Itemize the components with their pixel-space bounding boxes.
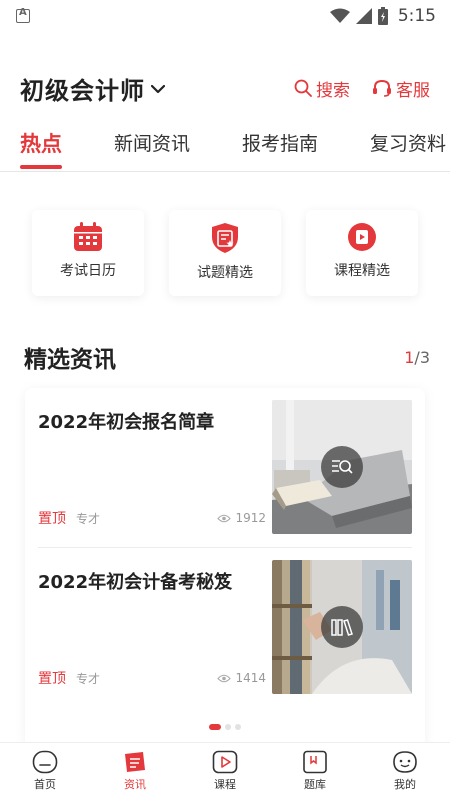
- question-bank-icon: [303, 750, 327, 773]
- nav-courses-label: 课程: [214, 777, 236, 791]
- tab-hot[interactable]: 热点: [20, 122, 62, 172]
- nav-courses[interactable]: 课程: [180, 743, 270, 798]
- calendar-icon: [74, 222, 102, 251]
- app-header: 初级会计师 搜索 客服: [0, 68, 450, 108]
- search-button[interactable]: 搜索: [294, 76, 350, 101]
- play-video-icon: [348, 223, 376, 251]
- search-list-icon: [332, 460, 353, 474]
- nav-question-bank[interactable]: 题库: [270, 743, 360, 798]
- eye-icon: [217, 674, 232, 682]
- news-thumbnail-bookshelf: [272, 560, 412, 694]
- status-time: 5:15: [397, 6, 436, 26]
- service-label: 客服: [396, 80, 430, 101]
- books-icon: [331, 619, 353, 636]
- page-indicator: 1/3: [404, 348, 430, 367]
- news-title: 2022年初会计备考秘笈: [38, 572, 233, 593]
- wifi-icon: [329, 8, 350, 23]
- tab-exam-guide[interactable]: 报考指南: [242, 122, 318, 172]
- news-meta: 置顶 专才 1912: [38, 508, 266, 528]
- exam-calendar-card[interactable]: 考试日历: [32, 210, 144, 296]
- category-tabs: 热点 新闻资讯 报考指南 复习资料: [0, 122, 450, 172]
- header-actions: 搜索 客服: [294, 76, 430, 101]
- nav-news-label: 资讯: [124, 777, 146, 791]
- news-item[interactable]: 2022年初会计备考秘笈 置顶 专才 1414: [38, 560, 412, 694]
- home-icon: [32, 750, 58, 773]
- shield-star-icon: [212, 223, 238, 253]
- selected-courses-card[interactable]: 课程精选: [306, 210, 418, 296]
- news-thumbnail-laptop: [272, 400, 412, 534]
- news-icon: [125, 751, 145, 772]
- selected-questions-card[interactable]: 试题精选: [169, 210, 281, 296]
- chevron-down-icon[interactable]: [151, 84, 165, 94]
- view-count: 1414: [217, 671, 266, 685]
- featured-news-header: 精选资讯 1/3: [24, 340, 430, 374]
- view-count-value: 1912: [235, 511, 266, 525]
- search-label: 搜索: [316, 80, 350, 101]
- nav-profile[interactable]: 我的: [360, 743, 450, 798]
- search-icon: [294, 79, 312, 97]
- news-source: 专才: [76, 511, 101, 526]
- battery-icon: [377, 7, 388, 25]
- course-play-icon: [212, 750, 238, 773]
- signal-icon: [355, 8, 372, 24]
- pinned-tag: 置顶: [38, 671, 66, 687]
- selected-questions-label: 试题精选: [197, 265, 253, 281]
- eye-icon: [217, 514, 232, 522]
- view-count-value: 1414: [235, 671, 266, 685]
- news-meta: 置顶 专才 1414: [38, 668, 266, 688]
- carousel-dot-active[interactable]: [209, 724, 221, 730]
- section-title: 精选资讯: [24, 347, 116, 373]
- news-source: 专才: [76, 671, 101, 686]
- profile-icon: [393, 750, 417, 773]
- quick-links: 考试日历 试题精选 课程精选: [0, 210, 450, 300]
- carousel-dot[interactable]: [225, 724, 231, 730]
- tab-news[interactable]: 新闻资讯: [114, 122, 190, 172]
- nav-profile-label: 我的: [394, 777, 416, 791]
- thumbnail-badge: [321, 606, 363, 648]
- selected-courses-label: 课程精选: [334, 263, 390, 279]
- nav-home-label: 首页: [34, 777, 56, 791]
- news-title: 2022年初会报名简章: [38, 412, 215, 433]
- thumbnail-badge: [321, 446, 363, 488]
- headset-icon: [373, 79, 391, 97]
- view-count: 1912: [217, 511, 266, 525]
- carousel-dots: [25, 724, 425, 730]
- news-item[interactable]: 2022年初会报名简章 置顶 专才 1912: [38, 400, 412, 534]
- exam-calendar-label: 考试日历: [60, 263, 116, 279]
- page-current: 1: [404, 347, 415, 367]
- customer-service-button[interactable]: 客服: [372, 76, 430, 101]
- status-bar: 5:15: [0, 0, 450, 32]
- nav-question-bank-label: 题库: [304, 777, 326, 791]
- tab-review-materials[interactable]: 复习资料: [370, 122, 446, 172]
- page-total: /3: [414, 347, 430, 367]
- nav-home[interactable]: 首页: [0, 743, 90, 798]
- app-notification-icon: [16, 7, 30, 23]
- status-indicators: 5:15: [329, 6, 436, 26]
- exam-selector-title[interactable]: 初级会计师: [20, 71, 145, 106]
- pinned-tag: 置顶: [38, 511, 66, 527]
- bottom-nav: 首页 资讯 课程 题库 我的: [0, 742, 450, 798]
- featured-news-carousel[interactable]: 2022年初会报名简章 置顶 专才 1912 2022年初会计备考秘笈 置顶 专…: [25, 388, 425, 748]
- nav-news[interactable]: 资讯: [90, 743, 180, 798]
- news-divider: [38, 547, 412, 548]
- carousel-dot[interactable]: [235, 724, 241, 730]
